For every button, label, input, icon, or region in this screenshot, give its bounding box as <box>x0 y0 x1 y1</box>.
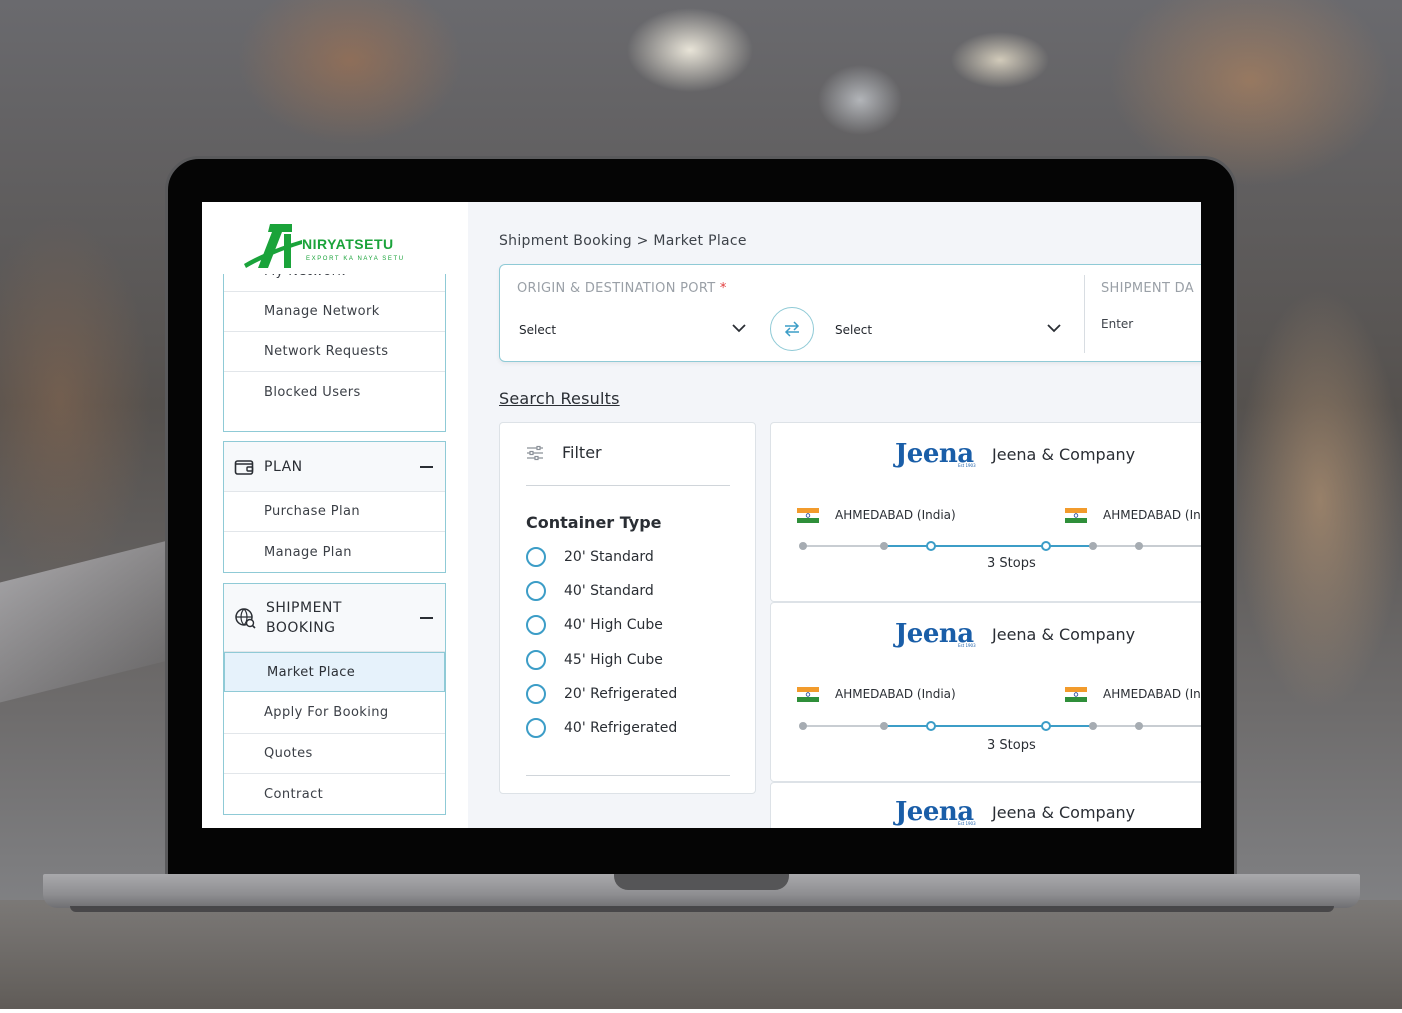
sidebar-item-purchase-plan[interactable]: Purchase Plan <box>224 492 445 532</box>
background-floor <box>0 900 1402 1013</box>
plan-menu-label: PLAN <box>264 458 303 475</box>
shipment-booking-label: SHIPMENT BOOKING <box>256 598 420 638</box>
radio-button[interactable] <box>526 650 546 670</box>
app-screen: NIRYATSETU EXPORT KA NAYA SETU My Networ… <box>202 202 1201 828</box>
radio-button[interactable] <box>526 684 546 704</box>
collapse-minus-icon[interactable] <box>420 465 433 468</box>
stops-count: 3 Stops <box>987 738 1036 753</box>
sidebar-item-apply-for-booking[interactable]: Apply For Booking <box>224 692 445 734</box>
plan-menu: PLAN Purchase Plan Manage Plan <box>223 441 446 573</box>
container-option-label: 40' Refrigerated <box>564 720 678 736</box>
container-option[interactable]: 20' Standard <box>526 547 654 567</box>
container-option-label: 20' Standard <box>564 549 654 565</box>
route-timeline <box>799 721 1201 731</box>
container-option[interactable]: 40' Standard <box>526 581 654 601</box>
bridge-logo-icon <box>244 224 302 268</box>
required-mark: * <box>719 281 727 296</box>
sliders-icon <box>527 445 543 460</box>
port-search-card: ORIGIN & DESTINATION PORT * Select Selec… <box>499 264 1201 362</box>
container-option-label: 40' High Cube <box>564 617 663 633</box>
shipment-booking-menu: SHIPMENT BOOKING Market Place Apply For … <box>223 583 446 815</box>
sidebar-item-my-network[interactable]: My Network <box>224 274 445 292</box>
shipment-date-label: SHIPMENT DA <box>1101 281 1194 296</box>
india-flag-icon <box>797 687 819 702</box>
sidebar-item-quotes[interactable]: Quotes <box>224 734 445 774</box>
destination-port: AHMEDABAD (In <box>1103 687 1201 701</box>
origin-port: AHMEDABAD (India) <box>835 508 956 522</box>
sidebar-item-contract[interactable]: Contract <box>224 774 445 814</box>
filter-header[interactable]: Filter <box>526 443 602 462</box>
route-timeline <box>799 541 1201 551</box>
background-shelf <box>0 537 180 703</box>
wallet-icon <box>234 459 254 475</box>
filter-panel: Filter Container Type 20' Standard 40' S… <box>499 422 756 794</box>
sidebar-item-manage-plan[interactable]: Manage Plan <box>224 532 445 572</box>
shipment-booking-header[interactable]: SHIPMENT BOOKING <box>224 584 445 652</box>
sidebar-item-manage-network[interactable]: Manage Network <box>224 292 445 332</box>
search-results-title: Search Results <box>499 389 620 408</box>
container-option-label: 45' High Cube <box>564 652 663 668</box>
niryatsetu-logo[interactable]: NIRYATSETU EXPORT KA NAYA SETU <box>244 220 434 272</box>
laptop-shadow <box>70 906 1334 912</box>
company-name: Jeena & Company <box>992 625 1136 644</box>
field-divider <box>1084 275 1085 353</box>
chevron-down-icon[interactable] <box>732 323 746 333</box>
shipment-label-line2: BOOKING <box>266 619 336 636</box>
logo-tagline: EXPORT KA NAYA SETU <box>306 256 405 262</box>
container-option-label: 20' Refrigerated <box>564 686 678 702</box>
shipment-date-input[interactable]: Enter <box>1101 317 1133 331</box>
port-field-label: ORIGIN & DESTINATION PORT * <box>517 281 727 296</box>
swap-arrows-icon <box>784 321 800 337</box>
plan-menu-header[interactable]: PLAN <box>224 442 445 492</box>
radio-button[interactable] <box>526 547 546 567</box>
container-option[interactable]: 20' Refrigerated <box>526 684 677 704</box>
company-name: Jeena & Company <box>992 803 1136 822</box>
filter-divider <box>526 775 730 776</box>
sidebar-item-blocked-users[interactable]: Blocked Users <box>224 372 445 412</box>
main-content: Shipment Booking > Market Place ORIGIN &… <box>468 202 1201 828</box>
india-flag-icon <box>1065 687 1087 702</box>
destination-port-select[interactable]: Select <box>835 323 872 337</box>
shipment-label-line1: SHIPMENT <box>266 599 342 616</box>
jeena-logo-est: Est 1903 <box>958 463 976 468</box>
logo-text: NIRYATSETU <box>302 236 394 252</box>
filter-divider <box>526 485 730 486</box>
result-card[interactable]: Jeena Est 1903 Jeena & Company AHMEDABAD… <box>770 422 1201 602</box>
globe-search-icon <box>235 607 256 629</box>
chevron-down-icon[interactable] <box>1047 323 1061 333</box>
container-option-label: 40' Standard <box>564 583 654 599</box>
sidebar-item-market-place[interactable]: Market Place <box>224 652 445 692</box>
port-label-text: ORIGIN & DESTINATION PORT <box>517 281 716 296</box>
sidebar-item-network-requests[interactable]: Network Requests <box>224 332 445 372</box>
sidebar: NIRYATSETU EXPORT KA NAYA SETU My Networ… <box>202 202 468 828</box>
collapse-minus-icon[interactable] <box>420 616 433 619</box>
filter-title: Filter <box>562 443 602 462</box>
radio-button[interactable] <box>526 615 546 635</box>
network-menu: My Network Manage Network Network Reques… <box>223 274 446 432</box>
breadcrumb: Shipment Booking > Market Place <box>499 233 747 249</box>
result-card[interactable]: Jeena Est 1903 Jeena & Company <box>770 782 1201 828</box>
origin-port: AHMEDABAD (India) <box>835 687 956 701</box>
container-option[interactable]: 40' High Cube <box>526 615 663 635</box>
india-flag-icon <box>1065 508 1087 523</box>
india-flag-icon <box>797 508 819 523</box>
radio-button[interactable] <box>526 718 546 738</box>
container-type-title: Container Type <box>526 513 662 532</box>
jeena-logo-est: Est 1903 <box>958 821 976 826</box>
jeena-logo-est: Est 1903 <box>958 643 976 648</box>
swap-ports-button[interactable] <box>770 307 814 351</box>
stops-count: 3 Stops <box>987 556 1036 571</box>
company-name: Jeena & Company <box>992 445 1136 464</box>
background-edge <box>0 1009 1402 1013</box>
radio-button[interactable] <box>526 581 546 601</box>
result-card[interactable]: Jeena Est 1903 Jeena & Company AHMEDABAD… <box>770 602 1201 782</box>
origin-port-select[interactable]: Select <box>519 323 556 337</box>
laptop-notch <box>614 874 789 890</box>
container-option[interactable]: 40' Refrigerated <box>526 718 677 738</box>
container-option[interactable]: 45' High Cube <box>526 650 663 670</box>
destination-port: AHMEDABAD (In <box>1103 508 1201 522</box>
